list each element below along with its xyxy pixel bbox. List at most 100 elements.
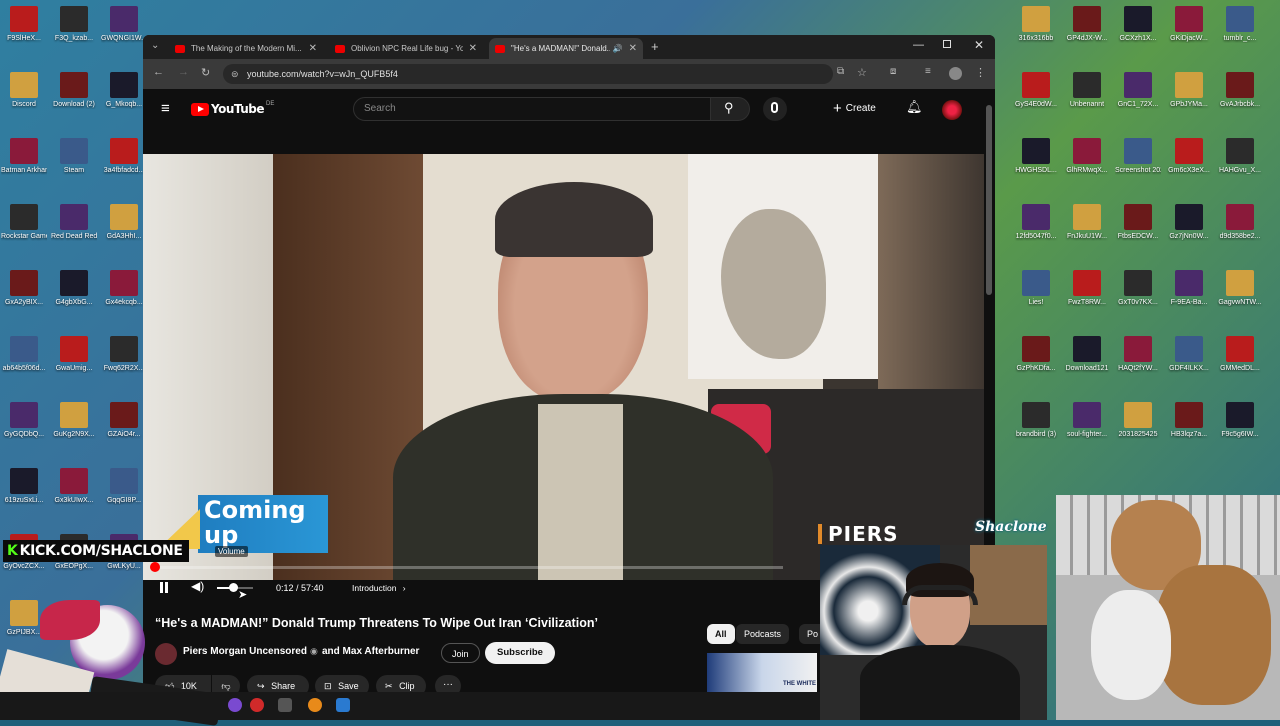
desktop-icon[interactable]: Gm6cX3eX...	[1166, 138, 1212, 175]
close-window-icon[interactable]: ✕	[974, 38, 984, 52]
desktop-icon[interactable]: GMMedDL...	[1217, 336, 1263, 373]
desktop-icon[interactable]: Unbenannt	[1064, 72, 1110, 109]
desktop-icon[interactable]: GqqGI8P...	[101, 468, 147, 505]
chapter-button[interactable]: Introduction ›	[352, 583, 406, 593]
desktop-icon[interactable]: Steam	[51, 138, 97, 175]
hamburger-menu-icon[interactable]: ≡	[161, 100, 170, 117]
desktop-icon[interactable]: Screenshot 2023-06-...	[1115, 138, 1161, 175]
desktop-icon[interactable]: 12fd5047f0...	[1013, 204, 1059, 241]
desktop-icon[interactable]: GuKg2N9X...	[51, 402, 97, 439]
desktop-icon[interactable]: HB3lqz7a...	[1166, 402, 1212, 439]
desktop-icon[interactable]: GWQNGI1W...	[101, 6, 147, 43]
desktop-icon[interactable]: FwzT8RW...	[1064, 270, 1110, 307]
desktop-icon[interactable]: F-9EA-Ba...	[1166, 270, 1212, 307]
taskbar-app-icon[interactable]	[308, 698, 322, 712]
desktop-icon[interactable]: HAQt2fYW...	[1115, 336, 1161, 373]
reload-icon[interactable]: ↻	[201, 66, 210, 79]
volume-handle[interactable]	[229, 583, 239, 592]
audio-playing-icon[interactable]: 🔊	[613, 44, 623, 53]
media-controls-icon[interactable]: ≡	[925, 66, 931, 77]
desktop-icon[interactable]: GvAJrbcbk...	[1217, 72, 1263, 109]
desktop-icon[interactable]: Fwq62R2X...	[101, 336, 147, 373]
desktop-icon[interactable]: Discord	[1, 72, 47, 109]
desktop-icon[interactable]: FtbsEDCW...	[1115, 204, 1161, 241]
menu-dots-icon[interactable]: ⋮	[975, 66, 986, 79]
new-tab-icon[interactable]: +	[651, 39, 659, 54]
desktop-icon[interactable]: ab64b5f06d...	[1, 336, 47, 373]
tab-madman[interactable]: "He's a MADMAN!" Donald... 🔊 ✕	[489, 38, 643, 59]
desktop-icon[interactable]: HWGHSDL...	[1013, 138, 1059, 175]
desktop-icon[interactable]: GzPhKDfa...	[1013, 336, 1059, 373]
minimize-icon[interactable]: —	[913, 39, 924, 51]
back-icon[interactable]: ←	[153, 66, 164, 78]
join-button[interactable]: Join	[441, 643, 480, 663]
desktop-icon[interactable]: Red Dead Redempti...	[51, 204, 97, 241]
search-input[interactable]: Search	[353, 97, 711, 121]
site-info-icon[interactable]: ⊜	[231, 64, 239, 84]
recommended-thumbnail[interactable]	[707, 653, 817, 693]
close-tab-icon[interactable]: ✕	[309, 43, 317, 54]
desktop-icon[interactable]: Gz7jNn0W...	[1166, 204, 1212, 241]
taskbar-app-icon[interactable]	[278, 698, 292, 712]
close-tab-icon[interactable]: ✕	[629, 43, 637, 54]
pause-icon[interactable]	[160, 582, 163, 593]
desktop-icon[interactable]: F3Q_kzab...	[51, 6, 97, 43]
desktop-icon[interactable]: GxA2yBIX...	[1, 270, 47, 307]
voice-search-button[interactable]	[763, 97, 787, 121]
desktop-icon[interactable]: G_Mkoqb...	[101, 72, 147, 109]
desktop-icon[interactable]: GagvwNTW...	[1217, 270, 1263, 307]
account-avatar[interactable]	[942, 100, 962, 120]
desktop-icon[interactable]: Batman Arkham As...	[1, 138, 47, 175]
desktop-icon[interactable]: F9c5g6IW...	[1217, 402, 1263, 439]
scrollbar[interactable]	[986, 105, 992, 295]
taskbar-app-icon[interactable]	[228, 698, 242, 712]
desktop-icon[interactable]: 316x316bb	[1013, 6, 1059, 43]
desktop-icon[interactable]: GdA3HhI...	[101, 204, 147, 241]
create-button[interactable]: + Create	[833, 97, 876, 121]
chip-all[interactable]: All	[707, 624, 735, 644]
tab-making-of[interactable]: The Making of the Modern Mi... ✕	[169, 38, 323, 59]
desktop-icon[interactable]: GnC1_72X...	[1115, 72, 1161, 109]
desktop-icon[interactable]: GP4dJX-W...	[1064, 6, 1110, 43]
desktop-icon[interactable]: HAHGvu_X...	[1217, 138, 1263, 175]
extensions-icon[interactable]: ⧈	[890, 66, 896, 77]
subscribe-button[interactable]: Subscribe	[485, 642, 555, 664]
desktop-icon[interactable]: GDF4ILKX...	[1166, 336, 1212, 373]
bookmark-star-icon[interactable]: ☆	[857, 66, 867, 79]
desktop-icon[interactable]: 619zuSxLi...	[1, 468, 47, 505]
desktop-icon[interactable]: F9SlHeX...	[1, 6, 47, 43]
desktop-icon[interactable]: tumblr_c...	[1217, 6, 1263, 43]
desktop-icon[interactable]: GlhRMwqX...	[1064, 138, 1110, 175]
desktop-icon[interactable]: Gx4ekcqb...	[101, 270, 147, 307]
profile-avatar[interactable]	[949, 67, 962, 80]
desktop-icon[interactable]: GCXzh1X...	[1115, 6, 1161, 43]
desktop-icon[interactable]: Gx3kUIwX...	[51, 468, 97, 505]
desktop-icon[interactable]: soul-fighter...	[1064, 402, 1110, 439]
desktop-icon[interactable]: brandbird (3)	[1013, 402, 1059, 439]
desktop-icon[interactable]: d9d358be2...	[1217, 204, 1263, 241]
desktop-icon[interactable]: 3a4fbfadcd...	[101, 138, 147, 175]
desktop-icon[interactable]: 2031825425	[1115, 402, 1161, 439]
desktop-icon[interactable]: GwaUmig...	[51, 336, 97, 373]
volume-icon[interactable]: ◀︎)	[191, 579, 204, 593]
search-button[interactable]: ⚲	[710, 97, 750, 121]
desktop-icon[interactable]: GyGQDbQ...	[1, 402, 47, 439]
chip-podcasts[interactable]: Podcasts	[736, 624, 790, 644]
desktop-icon[interactable]: FnJkuU1W...	[1064, 204, 1110, 241]
install-app-icon[interactable]: ⧉	[837, 66, 844, 77]
desktop-icon[interactable]: Rockstar Games...	[1, 204, 47, 241]
progress-bar[interactable]	[153, 566, 783, 569]
collaborators[interactable]: and Max Afterburner	[322, 646, 419, 657]
tab-search-icon[interactable]: ⌄	[151, 40, 159, 51]
desktop-icon[interactable]: GKiDjacW...	[1166, 6, 1212, 43]
close-tab-icon[interactable]: ✕	[469, 43, 477, 54]
desktop-icon[interactable]: Lies!	[1013, 270, 1059, 307]
youtube-logo[interactable]: YouTube DE	[191, 101, 274, 116]
desktop-icon[interactable]: GxT0v7KX...	[1115, 270, 1161, 307]
desktop-icon[interactable]: G4gbXbG...	[51, 270, 97, 307]
desktop-icon[interactable]: Download (2)	[51, 72, 97, 109]
taskbar-app-icon[interactable]	[250, 698, 264, 712]
taskbar-app-icon[interactable]	[336, 698, 350, 712]
notifications-bell-icon[interactable]: 🔔︎	[906, 99, 923, 115]
video-player[interactable]: Coming up Volume PIERS	[143, 154, 984, 580]
